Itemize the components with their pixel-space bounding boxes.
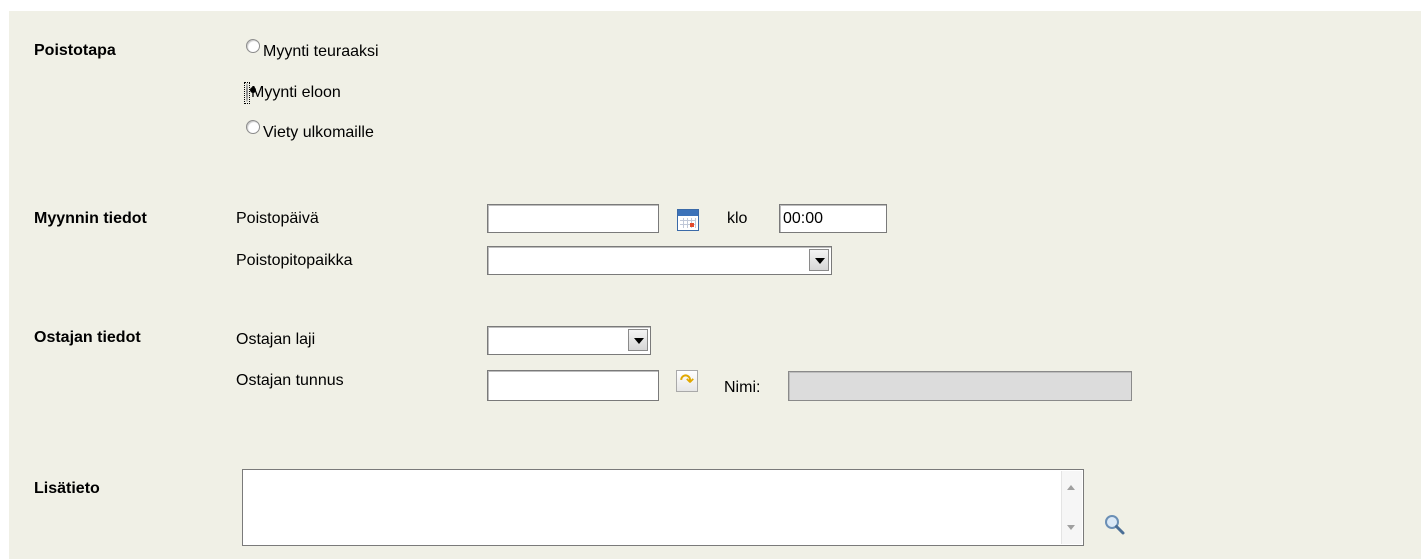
radio-option-alive[interactable]: Myynti eloon <box>244 82 341 104</box>
radio-label: Viety ulkomaille <box>263 124 374 141</box>
radio-label: Myynti teuraaksi <box>263 43 379 60</box>
sale-info-label: Myynnin tiedot <box>34 210 147 227</box>
magnifier-search-icon[interactable] <box>1103 513 1127 537</box>
removal-location-select[interactable] <box>487 246 832 275</box>
removal-location-label: Poistopitopaikka <box>236 252 353 269</box>
chevron-down-icon[interactable] <box>628 329 648 351</box>
radio-button-checked[interactable] <box>246 83 248 102</box>
scroll-down-icon[interactable] <box>1067 525 1075 530</box>
focus-ring <box>244 82 250 104</box>
time-input[interactable]: 00:00 <box>779 204 887 233</box>
buyer-name-field <box>788 371 1132 401</box>
removal-date-label: Poistopäivä <box>236 210 319 227</box>
buyer-info-label: Ostajan tiedot <box>34 329 141 346</box>
radio-button[interactable] <box>246 120 260 134</box>
extra-info-label: Lisätieto <box>34 480 100 497</box>
extra-info-textarea[interactable] <box>242 469 1084 546</box>
time-label: klo <box>727 210 748 227</box>
calendar-icon[interactable] <box>677 209 699 231</box>
radio-option-abroad[interactable]: Viety ulkomaille <box>246 120 374 142</box>
scrollbar[interactable] <box>1061 471 1082 544</box>
removal-method-label: Poistotapa <box>34 42 116 59</box>
lookup-arrow-icon[interactable]: ↷ <box>676 370 698 392</box>
buyer-name-label: Nimi: <box>724 379 761 396</box>
scroll-up-icon[interactable] <box>1067 485 1075 490</box>
chevron-down-icon[interactable] <box>809 249 829 271</box>
buyer-id-input[interactable] <box>487 370 659 401</box>
radio-button[interactable] <box>246 39 260 53</box>
removal-date-input[interactable] <box>487 204 659 233</box>
buyer-type-select[interactable] <box>487 326 651 355</box>
radio-label: Myynti eloon <box>251 84 341 101</box>
buyer-type-label: Ostajan laji <box>236 331 316 348</box>
radio-option-slaughter[interactable]: Myynti teuraaksi <box>246 39 379 61</box>
buyer-id-label: Ostajan tunnus <box>236 372 344 389</box>
